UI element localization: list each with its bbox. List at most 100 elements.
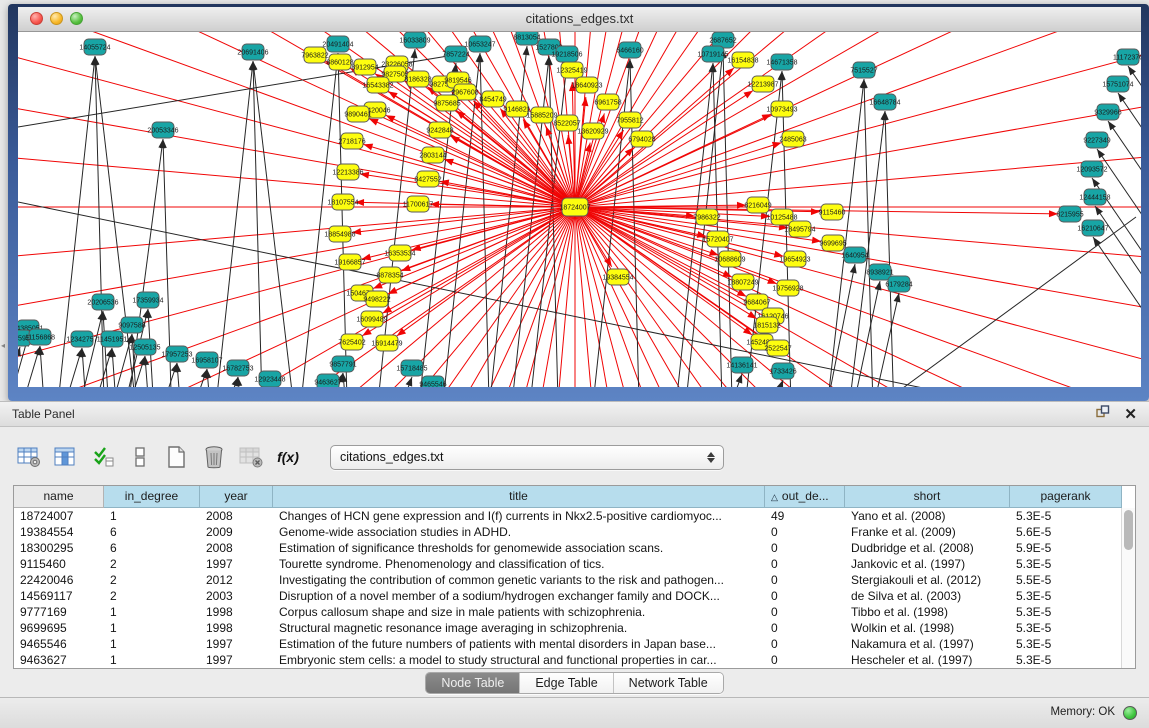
- table-row[interactable]: 1872400712008Changes of HCN gene express…: [14, 508, 1135, 524]
- column-header-out_de[interactable]: △out_de...: [765, 486, 845, 508]
- table-row[interactable]: 2242004622012Investigating the contribut…: [14, 572, 1135, 588]
- graph-node-label: 8216049: [744, 203, 771, 210]
- red-edge[interactable]: [575, 207, 1141, 387]
- graph-node-label: 8427552: [414, 177, 441, 184]
- table-cell: Wolkin et al. (1998): [845, 620, 1010, 636]
- table-cell: Investigating the contribution of common…: [273, 572, 765, 588]
- table-cell: Stergiakouli et al. (2012): [845, 572, 1010, 588]
- network-window-titlebar[interactable]: citations_edges.txt: [18, 7, 1141, 32]
- table-cell: Nakamura et al. (1997): [845, 636, 1010, 652]
- black-edge[interactable]: [1108, 121, 1141, 282]
- table-row[interactable]: 977716911998Corpus callosum shape and si…: [14, 604, 1135, 620]
- network-canvas[interactable]: 1405572420691406204914041603380978572241…: [18, 32, 1141, 387]
- delete-table-icon[interactable]: [238, 444, 264, 470]
- column-header-pagerank[interactable]: pagerank: [1010, 486, 1122, 508]
- edge-arrowhead: [450, 136, 460, 143]
- application-background: ◂ citations_edges.txt 140557242069140620…: [0, 0, 1149, 727]
- column-header-short[interactable]: short: [845, 486, 1010, 508]
- red-edge[interactable]: [575, 207, 1141, 387]
- table-scrollbar-thumb[interactable]: [1124, 510, 1133, 550]
- black-edge[interactable]: [177, 363, 189, 387]
- red-edge[interactable]: [575, 207, 1141, 387]
- table-cell: 5.6E-5: [1010, 524, 1122, 540]
- black-edge[interactable]: [903, 217, 1136, 387]
- table-cell: Corpus callosum shape and size in male p…: [273, 604, 765, 620]
- tab-network-table[interactable]: Network Table: [613, 673, 723, 693]
- table-row[interactable]: 969969511998Structural magnetic resonanc…: [14, 620, 1135, 636]
- table-header-row: namein_degreeyeartitle△out_de...shortpag…: [14, 486, 1135, 508]
- black-edge[interactable]: [253, 61, 305, 387]
- table-cell: 22420046: [14, 572, 104, 588]
- red-edge[interactable]: [575, 207, 1141, 387]
- tab-node-table[interactable]: Node Table: [426, 673, 519, 693]
- column-header-name[interactable]: name: [14, 486, 104, 508]
- graph-node-label: 17957253: [161, 352, 192, 359]
- black-edge[interactable]: [1093, 237, 1141, 387]
- black-edge[interactable]: [97, 356, 145, 387]
- table-row[interactable]: 1830029562008Estimation of significance …: [14, 540, 1135, 556]
- black-edge[interactable]: [55, 311, 103, 387]
- table-cell: 9463627: [14, 652, 104, 668]
- table-cell: 19384554: [14, 524, 104, 540]
- table-cell: 0: [765, 604, 845, 620]
- column-header-year[interactable]: year: [200, 486, 273, 508]
- memory-status-indicator[interactable]: [1123, 706, 1137, 720]
- column-header-in_degree[interactable]: in_degree: [104, 486, 200, 508]
- table-row[interactable]: 946362711997Embryonic stem cells: a mode…: [14, 652, 1135, 668]
- tab-edge-table[interactable]: Edge Table: [519, 673, 612, 693]
- graph-node-label: 16958107: [191, 358, 222, 365]
- black-edge[interactable]: [190, 377, 238, 387]
- show-columns-icon[interactable]: [53, 444, 79, 470]
- graph-node-label: 9699695: [819, 241, 846, 248]
- red-edge[interactable]: [575, 207, 1141, 387]
- column-header-title[interactable]: title: [273, 486, 765, 508]
- clear-selection-icon[interactable]: [127, 444, 153, 470]
- table-cell: Genome-wide association studies in ADHD.: [273, 524, 765, 540]
- red-edge[interactable]: [397, 207, 575, 336]
- red-edge[interactable]: [575, 207, 1141, 387]
- delete-rows-icon[interactable]: [201, 444, 227, 470]
- function-builder-icon[interactable]: f(x): [275, 444, 301, 470]
- red-edge[interactable]: [575, 85, 1141, 207]
- red-edge[interactable]: [575, 207, 1141, 387]
- table-settings-icon[interactable]: [16, 444, 42, 470]
- table-cell: 2: [104, 588, 200, 604]
- table-row[interactable]: 1938455462009Genome-wide association stu…: [14, 524, 1135, 540]
- edge-arrowhead: [1118, 93, 1126, 102]
- sort-ascending-icon: △: [771, 492, 778, 502]
- node-table: namein_degreeyeartitle△out_de...shortpag…: [13, 485, 1136, 669]
- red-edge[interactable]: [360, 174, 575, 207]
- black-edge[interactable]: [694, 374, 742, 387]
- table-cell: Franke et al. (2009): [845, 524, 1010, 540]
- black-edge[interactable]: [807, 264, 855, 387]
- graph-node-label: 11700617: [403, 202, 434, 209]
- black-edge[interactable]: [64, 348, 112, 387]
- table-row[interactable]: 911546021997Tourette syndrome. Phenomeno…: [14, 556, 1135, 572]
- table-scrollbar[interactable]: [1121, 508, 1135, 668]
- red-edge[interactable]: [575, 207, 1141, 387]
- table-row[interactable]: 946554611997Estimation of the future num…: [14, 636, 1135, 652]
- red-edge[interactable]: [575, 207, 1141, 387]
- red-edge[interactable]: [412, 207, 575, 250]
- table-cell: 49: [765, 508, 845, 524]
- edge-arrowhead: [736, 374, 743, 384]
- red-edge[interactable]: [575, 207, 1141, 387]
- black-edge[interactable]: [1118, 93, 1141, 254]
- select-all-icon[interactable]: [90, 444, 116, 470]
- splitpane-toggle-icon[interactable]: ◂: [1, 341, 5, 350]
- table-cell: Estimation of the future numbers of pati…: [273, 636, 765, 652]
- float-panel-icon[interactable]: [1095, 404, 1110, 424]
- red-edge[interactable]: [575, 207, 1141, 387]
- graph-node-label: 9115460: [819, 210, 846, 217]
- table-row[interactable]: 1456911722003Disruption of a novel membe…: [14, 588, 1135, 604]
- close-panel-icon[interactable]: ✕: [1124, 407, 1137, 422]
- table-panel-title: Table Panel: [12, 402, 75, 426]
- new-table-icon[interactable]: [164, 444, 190, 470]
- black-edge[interactable]: [1128, 66, 1141, 227]
- red-edge[interactable]: [575, 207, 1141, 387]
- black-edge[interactable]: [159, 369, 207, 387]
- table-cell: Changes of HCN gene expression and I(f) …: [273, 508, 765, 524]
- table-panel: Table Panel ✕: [0, 401, 1149, 697]
- table-chooser-dropdown[interactable]: citations_edges.txt: [330, 445, 724, 470]
- network-window[interactable]: citations_edges.txt 14055724206914062049…: [8, 4, 1149, 401]
